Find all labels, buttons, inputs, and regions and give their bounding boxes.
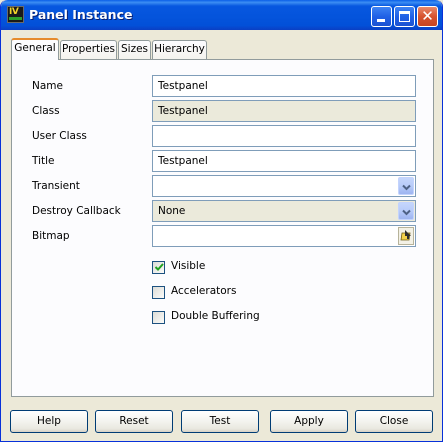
close-button[interactable]: Close (355, 410, 433, 433)
name-field[interactable]: Testpanel (152, 75, 416, 97)
class-field: Testpanel (152, 100, 416, 122)
title-field[interactable]: Testpanel (152, 150, 416, 172)
general-tab-panel: Name Testpanel Class Testpanel User Clas… (11, 59, 434, 397)
title-label: Title (32, 155, 55, 167)
close-window-button[interactable]: ✕ (417, 6, 438, 27)
test-button[interactable]: Test (181, 410, 259, 433)
chevron-down-icon (402, 184, 411, 191)
destroy-callback-label: Destroy Callback (32, 205, 121, 217)
reset-button[interactable]: Reset (95, 410, 173, 433)
accelerators-checkbox[interactable] (152, 286, 165, 299)
panel-instance-window: IV Panel Instance ✕ General Properties S… (0, 0, 443, 442)
user-class-field[interactable] (152, 125, 416, 147)
accelerators-label: Accelerators (171, 285, 237, 297)
maximize-icon (399, 11, 410, 22)
tab-sizes[interactable]: Sizes (118, 40, 151, 59)
double-buffering-label: Double Buffering (171, 310, 260, 322)
bitmap-browse-button[interactable] (398, 227, 414, 245)
destroy-callback-combo[interactable]: None (152, 200, 416, 222)
folder-browse-icon (400, 230, 411, 241)
title-bar[interactable]: IV Panel Instance ✕ (1, 0, 442, 30)
tab-hierarchy[interactable]: Hierarchy (152, 40, 207, 59)
tab-properties[interactable]: Properties (60, 40, 117, 59)
tab-general[interactable]: General (11, 38, 59, 60)
destroy-callback-dropdown-button[interactable] (398, 202, 414, 220)
maximize-button[interactable] (394, 6, 415, 27)
class-label: Class (32, 105, 60, 117)
destroy-callback-value: None (158, 205, 186, 217)
transient-label: Transient (32, 180, 80, 192)
double-buffering-checkbox[interactable] (152, 311, 165, 324)
minimize-button[interactable] (371, 6, 392, 27)
transient-combo[interactable] (152, 175, 416, 197)
checkmark-icon (154, 263, 164, 271)
transient-dropdown-button[interactable] (398, 177, 414, 195)
bitmap-label: Bitmap (32, 230, 70, 242)
chevron-down-icon (402, 209, 411, 216)
minimize-icon (377, 19, 385, 22)
bitmap-field[interactable] (152, 225, 416, 247)
name-label: Name (32, 80, 63, 92)
window-title: Panel Instance (29, 7, 133, 22)
apply-button[interactable]: Apply (270, 410, 348, 433)
close-icon: ✕ (421, 7, 434, 25)
help-button[interactable]: Help (10, 410, 88, 433)
app-icon: IV (7, 6, 24, 23)
user-class-label: User Class (32, 130, 87, 142)
visible-label: Visible (171, 260, 206, 272)
visible-checkbox[interactable] (152, 261, 165, 274)
